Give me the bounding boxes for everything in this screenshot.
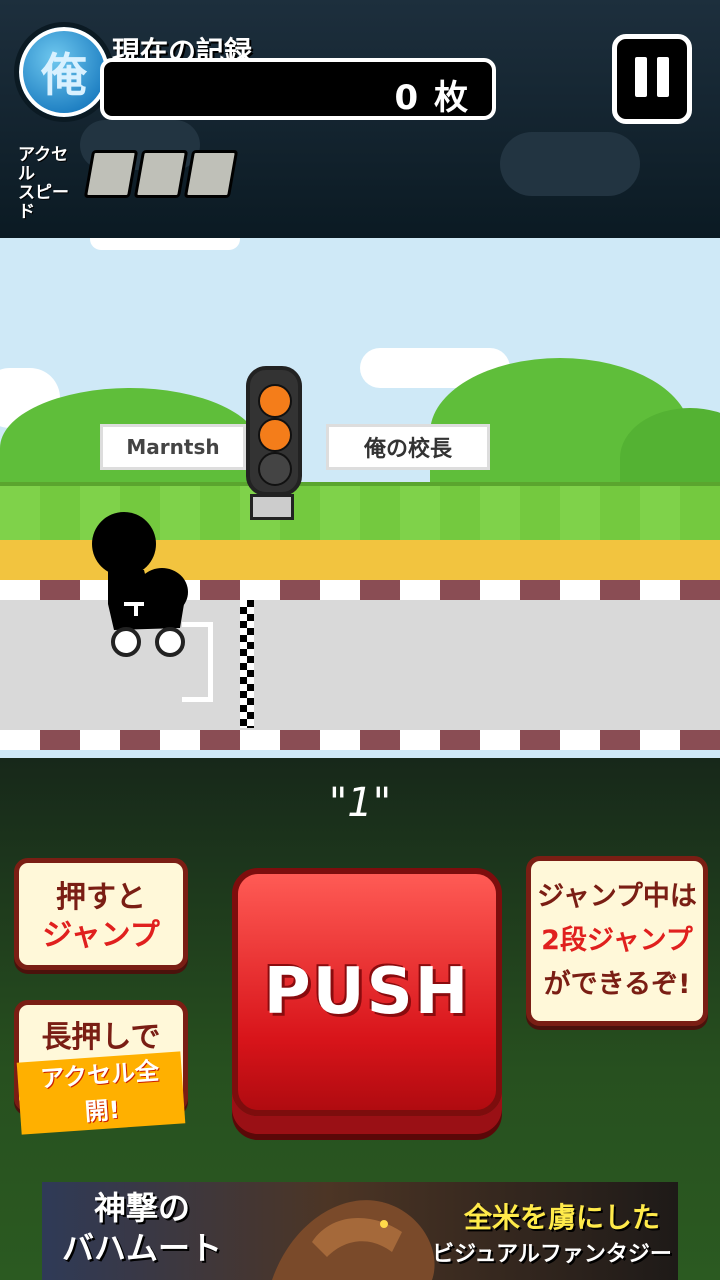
- tip-accel-line2: アクセル全開!: [16, 1051, 186, 1135]
- dragon-image: [272, 1200, 435, 1280]
- curb-bottom: [0, 730, 720, 750]
- tip-jump-bubble: 押すと ジャンプ: [14, 858, 188, 970]
- push-label: PUSH: [263, 955, 471, 1029]
- traffic-light-base: [250, 494, 294, 520]
- race-scene: Marntsh 俺の校長: [0, 238, 720, 758]
- push-button[interactable]: PUSH: [232, 868, 502, 1116]
- tip-double-line1: ジャンプ中は: [537, 881, 697, 912]
- ad-left-line2: バハムート: [61, 1229, 222, 1267]
- badge-char: 俺: [41, 48, 87, 102]
- tip-accel-bubble: 長押しで アクセル全開!: [14, 1000, 188, 1135]
- ore-badge-icon: 俺: [14, 22, 114, 122]
- traffic-light: [246, 366, 302, 496]
- billboard-right: 俺の校長: [326, 424, 490, 470]
- player-character: [92, 512, 188, 657]
- ad-right-line1: 全米を虜にした: [463, 1201, 660, 1234]
- tip-accel-line1: 長押しで: [41, 1020, 161, 1055]
- hud-header: 俺 現在の記録 0 枚 アクセル スピード: [0, 0, 720, 238]
- record-box: 0 枚: [100, 58, 496, 120]
- tip-double-line2: 2段ジャンプ: [541, 925, 693, 956]
- tip-double-line3: ができるぞ!: [543, 969, 691, 1000]
- tip-jump-line2: ジャンプ: [42, 918, 160, 953]
- countdown-text: "1": [328, 780, 392, 826]
- tip-double-jump-bubble: ジャンプ中は 2段ジャンプ ができるぞ!: [526, 856, 708, 1026]
- checkered-line: [240, 600, 254, 728]
- dark-cloud: [500, 132, 640, 196]
- accel-flag-icon: [133, 150, 189, 198]
- ad-banner[interactable]: 神撃の バハムート 全米を虜にした ビジュアルファンタジー: [42, 1182, 678, 1280]
- accel-label-line2: スピード: [18, 183, 69, 222]
- ad-left-line1: 神撃の: [93, 1189, 190, 1227]
- tip-jump-line1: 押すと: [56, 880, 146, 915]
- lamp-orange: [258, 384, 292, 418]
- ad-right-line2: ビジュアルファンタジー: [432, 1242, 672, 1267]
- record-value: 0 枚: [394, 78, 470, 118]
- ad-left-text: 神撃の バハムート: [42, 1188, 242, 1268]
- lamp-orange: [258, 418, 292, 452]
- accel-flag-icon: [183, 150, 239, 198]
- lamp-off: [258, 452, 292, 486]
- pause-icon: [657, 57, 669, 97]
- billboard-left: Marntsh: [100, 424, 246, 470]
- accel-speed-label: アクセル スピード: [18, 146, 78, 222]
- cloud: [90, 238, 240, 250]
- accel-flag-icon: [83, 150, 139, 198]
- pause-icon: [635, 57, 647, 97]
- pause-button[interactable]: [612, 34, 692, 124]
- accel-label-line1: アクセル: [18, 145, 69, 184]
